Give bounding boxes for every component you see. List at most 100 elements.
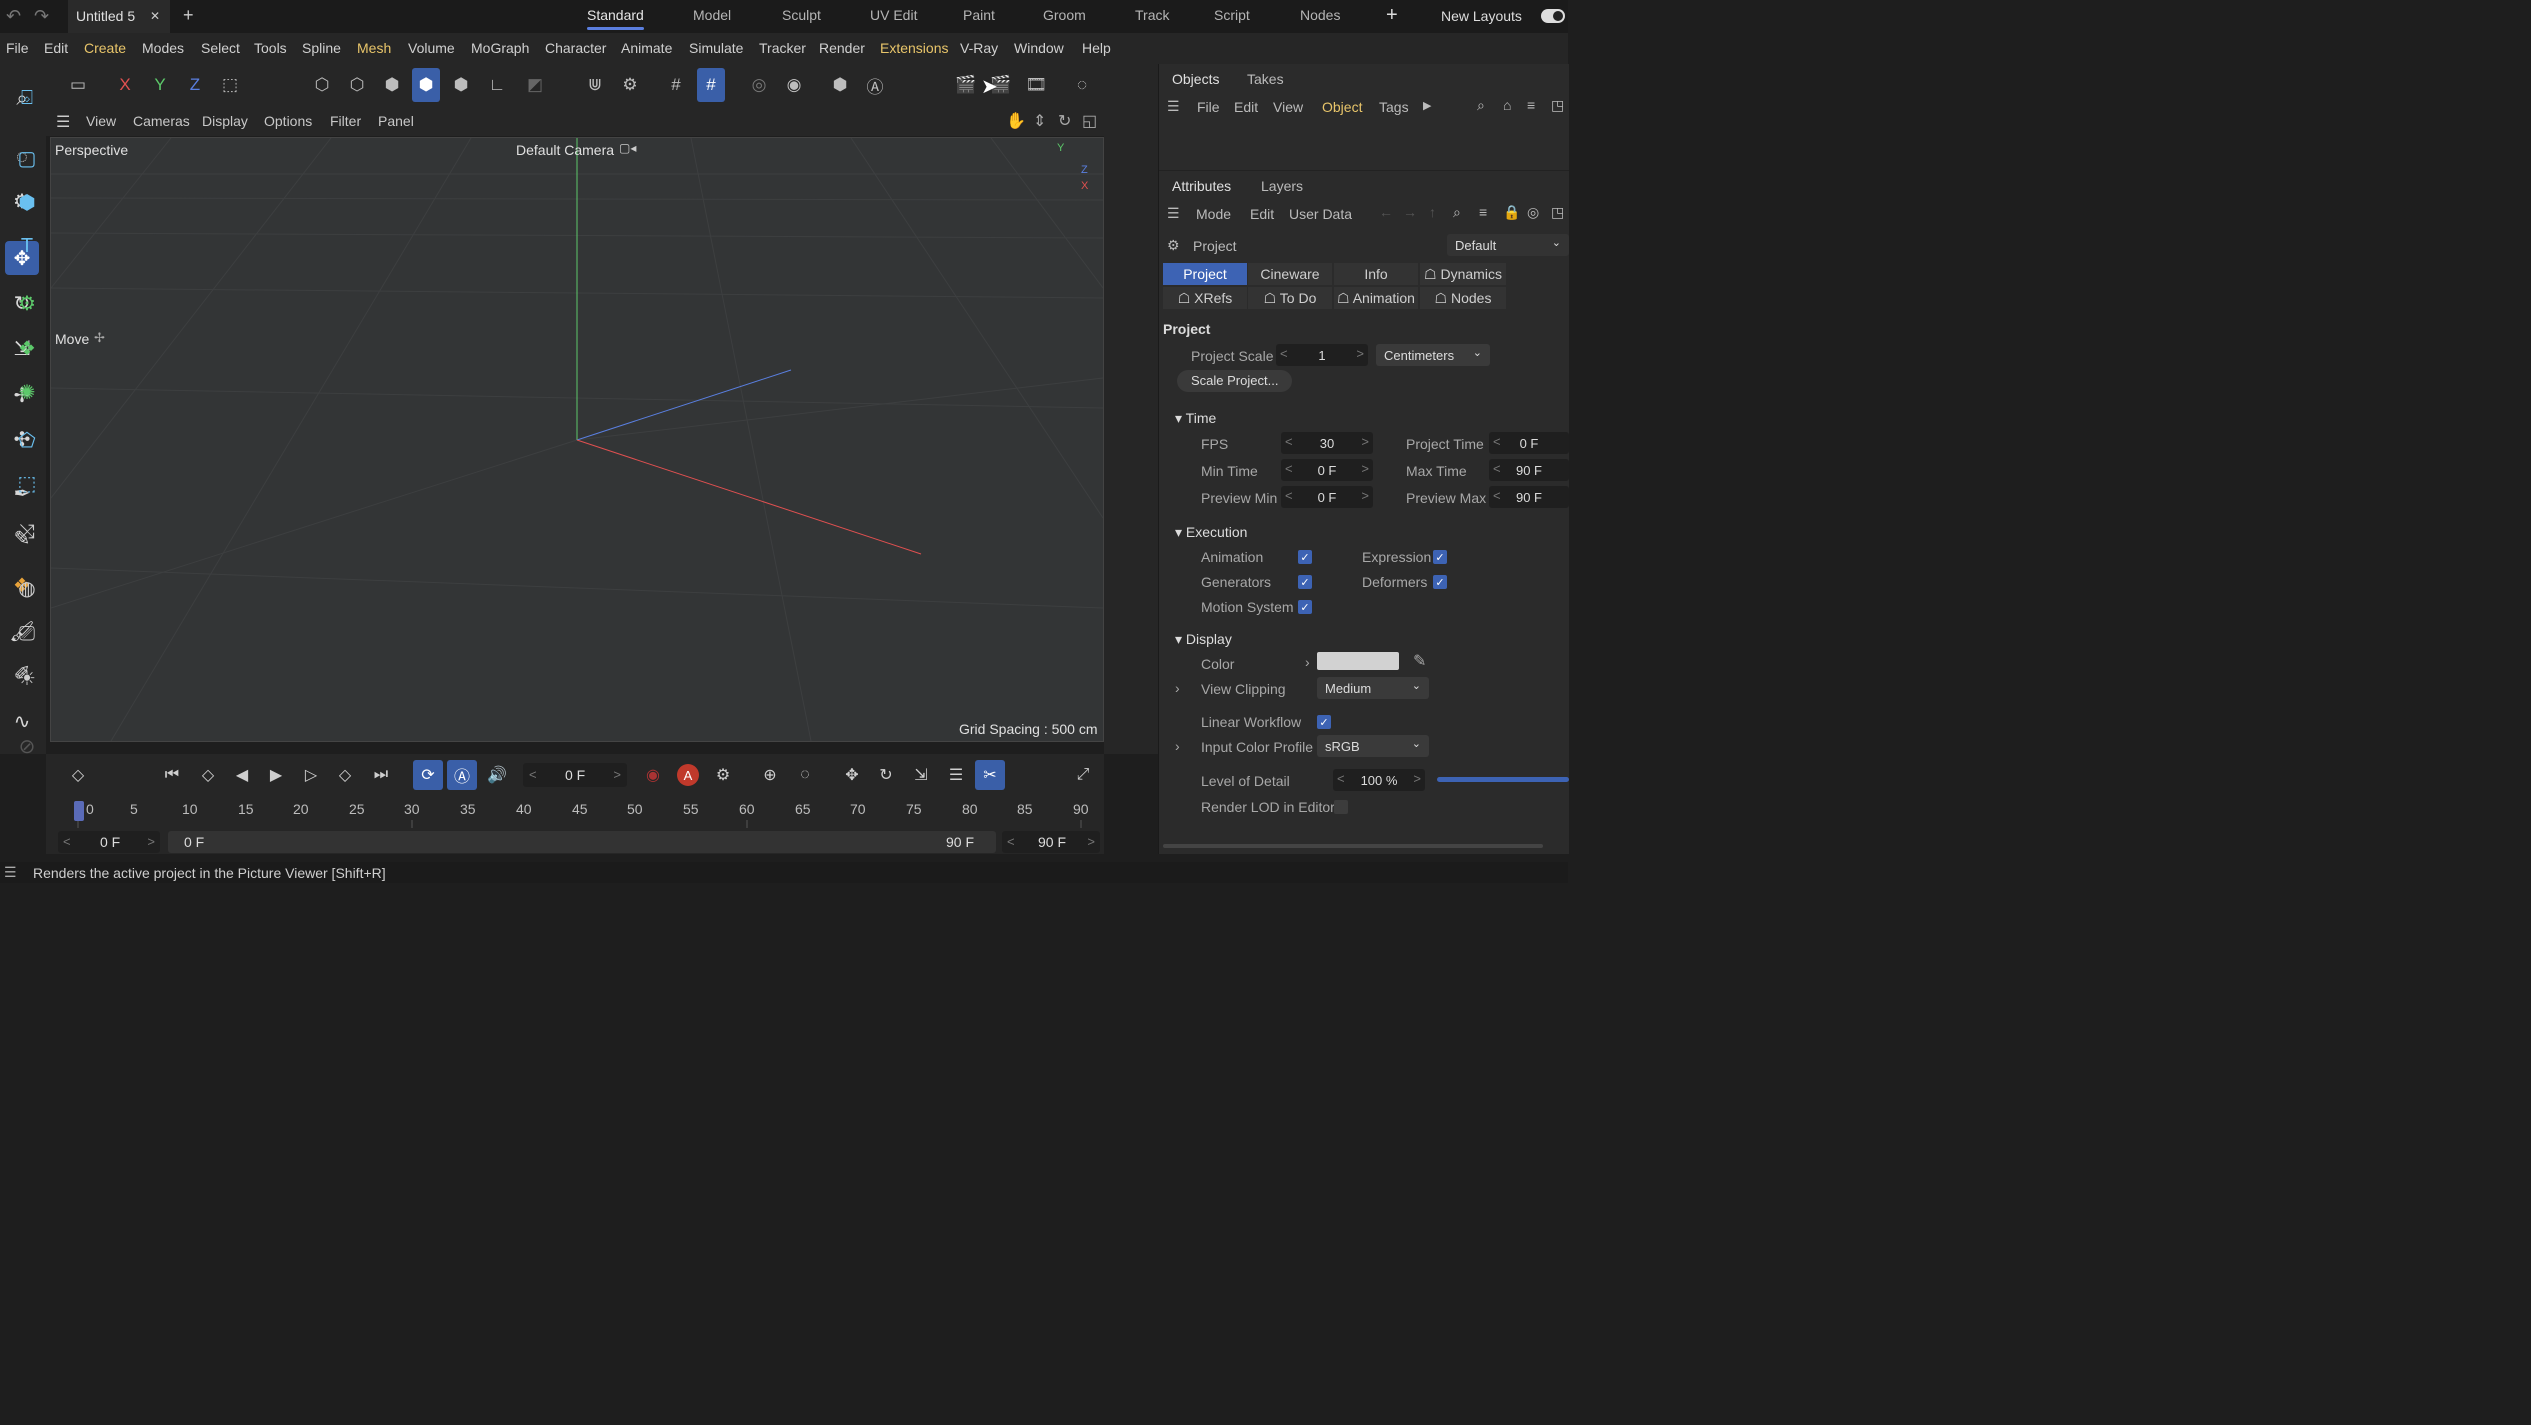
min-time-field[interactable]: <0 F > [1281,459,1373,481]
section-display[interactable]: ▾ Display [1175,631,1232,648]
subtab-project[interactable]: Project [1163,263,1247,285]
polygons-mode-icon[interactable]: ⬢ [378,68,406,102]
objects-hamburger-icon[interactable]: ☰ [1167,98,1180,115]
tab-layers[interactable]: Layers [1261,178,1303,194]
snap-grid-icon[interactable]: # [697,68,725,102]
objects-menu-tags[interactable]: Tags [1379,99,1409,115]
project-scale-unit-dropdown[interactable]: Centimeters ⌄ [1376,344,1490,366]
menu-extensions[interactable]: Extensions [880,40,948,56]
layout-groom[interactable]: Groom [1043,7,1086,23]
spline-icon[interactable]: ⤨ [10,514,44,550]
uv-mode-icon[interactable]: ∟ [483,68,511,102]
scale-project-button[interactable]: Scale Project... [1177,370,1293,392]
view-clipping-expand-icon[interactable]: › [1175,680,1180,696]
previous-key-icon[interactable]: ◇ [193,760,223,790]
generators-checkbox[interactable]: ✓ [1298,575,1312,589]
level-of-detail-field[interactable]: <100 % > [1333,769,1425,791]
key-scale-icon[interactable]: ⇲ [906,760,936,790]
viewport-menu-cameras[interactable]: Cameras [133,113,190,129]
make-editable-icon[interactable]: ▭ [64,68,92,102]
range-start-field[interactable]: < 0 F > [58,831,160,853]
menu-create[interactable]: Create [84,40,126,56]
input-color-profile-expand-icon[interactable]: › [1175,738,1180,754]
tab-objects[interactable]: Objects [1172,71,1219,87]
redo-icon[interactable]: ↷ [34,6,49,27]
subtab-dynamics[interactable]: ☖ Dynamics [1420,263,1506,285]
points-mode-icon[interactable]: ⬡ [308,68,336,102]
attributes-menu-edit[interactable]: Edit [1250,206,1274,222]
orbit-icon[interactable]: ↻ [1058,111,1071,131]
previous-frame-icon[interactable]: ◀ [227,760,257,790]
new-window-icon[interactable]: ◳ [1551,97,1564,114]
menu-spline[interactable]: Spline [302,40,341,56]
key-rotation-icon[interactable]: ↻ [871,760,901,790]
menu-edit[interactable]: Edit [44,40,68,56]
new-layouts-toggle[interactable] [1541,9,1565,23]
menu-character[interactable]: Character [545,40,606,56]
coordinate-system-icon[interactable]: ⬚ [216,68,244,102]
environment-icon[interactable]: ◍ [10,570,44,606]
go-to-start-icon[interactable]: ⏮ [157,760,187,790]
objects-search-icon[interactable]: ⌕ [1477,97,1485,114]
pan-icon[interactable]: ✋ [1006,111,1026,131]
linear-workflow-checkbox[interactable]: ✓ [1317,715,1331,729]
magnet-icon[interactable]: ⋓ [581,68,609,102]
timeline-expand-icon[interactable]: ⤢ [1068,760,1098,790]
record-icon[interactable]: ◉ [638,760,668,790]
objects-menu-view[interactable]: View [1273,99,1303,115]
layout-script[interactable]: Script [1214,7,1250,23]
menu-window[interactable]: Window [1014,40,1064,56]
deformer-icon[interactable]: ✺ [10,374,44,410]
subtab-cineware[interactable]: Cineware [1248,263,1332,285]
lock-icon[interactable]: 🔒 [1503,204,1520,221]
close-icon[interactable]: ✕ [150,9,160,23]
input-color-profile-dropdown[interactable]: sRGB ⌄ [1317,735,1429,757]
attributes-filter-icon[interactable]: ≡ [1479,204,1487,220]
menu-tracker[interactable]: Tracker [759,40,806,56]
project-time-field[interactable]: <0 F [1489,432,1569,454]
subtab-nodes[interactable]: ☖ Nodes [1420,287,1506,309]
fps-field[interactable]: <30 > [1281,432,1373,454]
color-expand-icon[interactable]: › [1305,654,1310,670]
tab-takes[interactable]: Takes [1247,71,1284,87]
menu-render[interactable]: Render [819,40,865,56]
render-lod-checkbox[interactable] [1334,800,1348,814]
key-move-icon[interactable]: ✥ [837,760,867,790]
next-key-icon[interactable]: ◇ [330,760,360,790]
objects-menu-object[interactable]: Object [1322,99,1362,115]
play-icon[interactable]: ▶ [261,760,291,790]
menu-volume[interactable]: Volume [408,40,455,56]
add-layout-button[interactable]: + [1386,4,1398,27]
cube-icon[interactable]: ⬢ [10,184,44,220]
layout-track[interactable]: Track [1135,7,1169,23]
layout-paint[interactable]: Paint [963,7,995,23]
attributes-menu-mode[interactable]: Mode [1196,206,1231,222]
maximize-view-icon[interactable]: ◱ [1082,111,1097,131]
camera-label[interactable]: Default Camera [516,142,614,158]
lock-y-axis-button[interactable]: Y [146,68,174,102]
tab-attributes[interactable]: Attributes [1172,178,1231,194]
go-to-end-icon[interactable]: ⏭ [366,760,396,790]
keyframe-selection-icon[interactable]: ⊕ [755,760,785,790]
section-time[interactable]: ▾ Time [1175,410,1216,427]
layout-sculpt[interactable]: Sculpt [782,7,821,23]
lock-z-axis-button[interactable]: Z [181,68,209,102]
level-of-detail-slider[interactable] [1437,777,1569,782]
menu-help[interactable]: Help [1082,40,1111,56]
subtab-animation[interactable]: ☖ Animation [1334,287,1418,309]
filter-icon[interactable]: ≡ [1527,97,1535,113]
attributes-menu-user-data[interactable]: User Data [1289,206,1352,222]
playhead[interactable] [74,801,84,821]
more-arrow-icon[interactable]: ▶ [1423,99,1431,112]
up-arrow-icon[interactable]: ↑ [1429,204,1436,220]
range-end-field[interactable]: < 90 F > [1002,831,1100,853]
autokey-icon[interactable]: A [673,760,703,790]
menu-vray[interactable]: V-Ray [960,40,998,56]
interactive-render-icon[interactable]: ◌ [1068,68,1096,102]
subtab-todo[interactable]: ☖ To Do [1248,287,1332,309]
viewport-menu-filter[interactable]: Filter [330,113,361,129]
menu-mograph[interactable]: MoGraph [471,40,529,56]
view-name-label[interactable]: Perspective [55,142,128,158]
keyframe-icon[interactable]: ◇ [63,760,93,790]
viewport-menu-options[interactable]: Options [264,113,312,129]
